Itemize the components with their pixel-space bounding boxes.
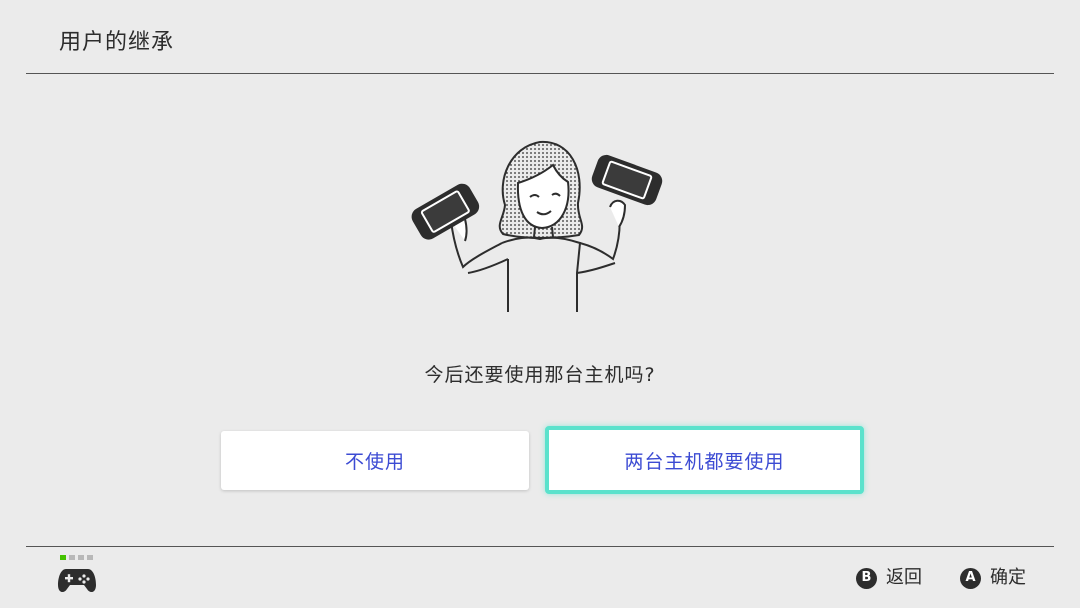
header-divider [26, 73, 1054, 74]
footer-divider [26, 546, 1054, 547]
use-both-consoles-button[interactable]: 两台主机都要使用 [545, 426, 864, 494]
user-holding-consoles-illustration [411, 140, 663, 312]
b-button-icon: B [856, 567, 877, 589]
player-slot-1 [60, 555, 66, 560]
confirm-hint-label: 确定 [990, 567, 1026, 588]
dont-use-button[interactable]: 不使用 [221, 431, 529, 490]
back-hint[interactable]: B 返回 [856, 566, 922, 590]
player-slot-3 [78, 555, 84, 560]
continue-using-question: 今后还要使用那台主机吗? [424, 364, 656, 386]
a-button-icon: A [960, 567, 981, 589]
use-both-consoles-button-label: 两台主机都要使用 [624, 450, 785, 473]
controller-icon [58, 569, 96, 593]
back-hint-label: 返回 [886, 567, 922, 588]
confirm-hint[interactable]: A 确定 [960, 566, 1026, 590]
controller-indicator [57, 555, 97, 597]
dont-use-button-label: 不使用 [344, 451, 405, 473]
player-slot-4 [87, 555, 93, 560]
player-slot-dots [60, 555, 97, 560]
page-title: 用户的继承 [59, 30, 175, 55]
player-slot-2 [69, 555, 75, 560]
